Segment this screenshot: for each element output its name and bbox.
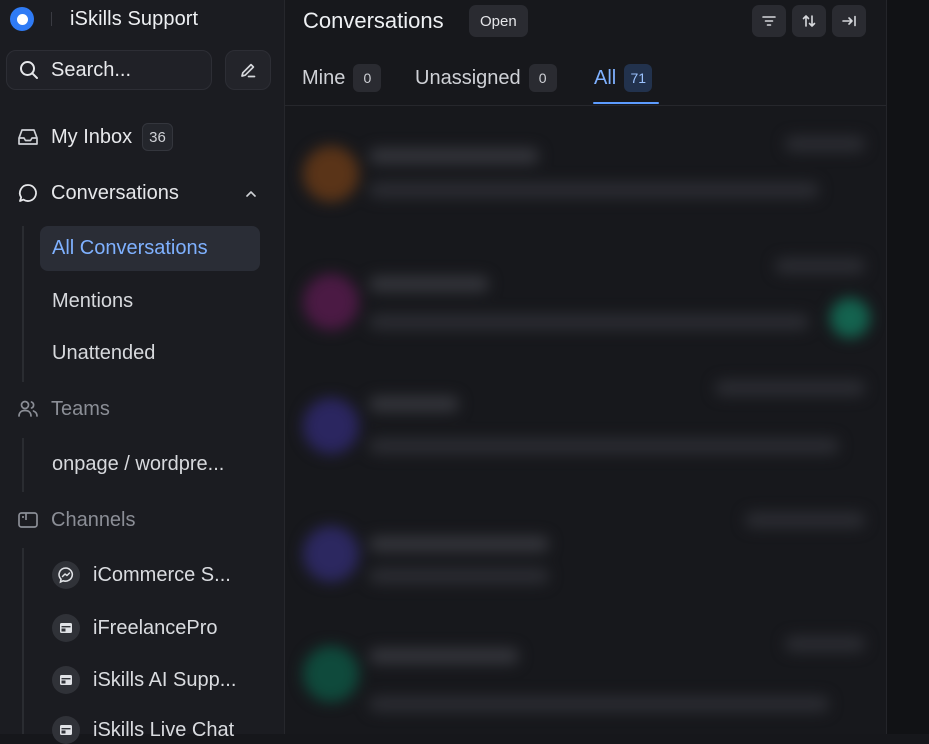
conversation-list bbox=[285, 106, 886, 734]
sort-button[interactable] bbox=[792, 5, 826, 37]
tab-unassigned-label: Unassigned bbox=[415, 66, 521, 89]
channel-item-label: iSkills AI Supp... bbox=[93, 668, 237, 691]
conversation-time-placeholder bbox=[715, 380, 865, 396]
nav-channels[interactable]: Channels bbox=[16, 508, 136, 532]
tab-all-count: 71 bbox=[624, 64, 653, 92]
brand: iSkills Support bbox=[10, 6, 198, 32]
assignee-avatar bbox=[830, 298, 870, 338]
avatar bbox=[303, 526, 359, 582]
conversation-preview-placeholder bbox=[369, 696, 829, 712]
conversation-time-placeholder bbox=[745, 512, 865, 528]
search-icon bbox=[20, 61, 38, 79]
active-tab-indicator bbox=[593, 102, 659, 104]
collapse-panel-button[interactable] bbox=[832, 5, 866, 37]
tab-unassigned-count: 0 bbox=[528, 64, 557, 92]
conversation-name-placeholder bbox=[369, 536, 549, 552]
nav-my-inbox[interactable]: My Inbox 36 bbox=[16, 123, 173, 151]
chat-bubble-icon bbox=[16, 181, 40, 205]
detail-pane bbox=[886, 0, 929, 734]
conversation-card[interactable] bbox=[285, 496, 886, 616]
sidebar: iSkills Support My Inbox 36 bbox=[0, 0, 285, 744]
users-icon bbox=[16, 397, 40, 421]
conversation-card[interactable] bbox=[285, 106, 886, 226]
conversation-card[interactable] bbox=[285, 368, 886, 488]
conversation-preview-placeholder bbox=[369, 314, 809, 330]
sort-icon bbox=[802, 15, 816, 27]
channel-item-label: iCommerce S... bbox=[93, 563, 231, 586]
compose-button[interactable] bbox=[225, 50, 271, 90]
avatar bbox=[303, 146, 359, 202]
conversation-tabs: Mine 0 Unassigned 0 All 71 bbox=[285, 56, 886, 106]
conversation-name-placeholder bbox=[369, 276, 489, 292]
page-title: Conversations bbox=[303, 8, 444, 33]
channel-item-label: iFreelancePro bbox=[93, 616, 218, 639]
conversation-card[interactable] bbox=[285, 616, 886, 736]
conversation-name-placeholder bbox=[369, 648, 519, 664]
tab-mine-label: Mine bbox=[302, 66, 346, 89]
edit-icon bbox=[241, 63, 256, 78]
nav-my-inbox-label: My Inbox bbox=[51, 125, 133, 148]
arrow-to-right-icon bbox=[842, 15, 856, 27]
tab-unassigned[interactable]: Unassigned 0 bbox=[415, 64, 557, 92]
conversation-time-placeholder bbox=[775, 258, 865, 274]
channel-item-iskills-live-chat[interactable]: iSkills Live Chat bbox=[52, 716, 234, 744]
nav-conversations-label: Conversations bbox=[51, 181, 179, 204]
conversation-preview-placeholder bbox=[369, 568, 549, 584]
channels-tree-line bbox=[22, 548, 24, 734]
conversation-preview-placeholder bbox=[369, 438, 839, 454]
brand-divider bbox=[51, 12, 52, 26]
sidebar-item-team-onpage[interactable]: onpage / wordpre... bbox=[52, 453, 224, 476]
sidebar-item-all-conversations[interactable]: All Conversations bbox=[40, 226, 260, 271]
inbox-icon bbox=[16, 125, 40, 149]
tab-mine[interactable]: Mine 0 bbox=[302, 64, 382, 92]
brand-logo-icon[interactable] bbox=[10, 7, 34, 31]
sidebar-item-unattended[interactable]: Unattended bbox=[52, 342, 155, 365]
avatar bbox=[303, 398, 359, 454]
channel-item-label: iSkills Live Chat bbox=[93, 718, 235, 741]
tab-mine-count: 0 bbox=[353, 64, 382, 92]
chevron-up-icon[interactable] bbox=[244, 187, 258, 206]
status-filter-button[interactable]: Open bbox=[469, 5, 528, 37]
filter-button[interactable] bbox=[752, 5, 786, 37]
conversations-tree-line bbox=[22, 226, 24, 382]
tab-all[interactable]: All 71 bbox=[594, 64, 653, 92]
tab-all-label: All bbox=[594, 66, 617, 89]
sidebar-item-mentions[interactable]: Mentions bbox=[52, 290, 133, 313]
conversation-preview-placeholder bbox=[369, 182, 819, 198]
search-box[interactable] bbox=[6, 50, 212, 90]
my-inbox-count-badge: 36 bbox=[142, 123, 173, 151]
teams-tree-line bbox=[22, 438, 24, 492]
conversation-time-placeholder bbox=[785, 636, 865, 652]
channel-item-iskills-ai-support[interactable]: iSkills AI Supp... bbox=[52, 666, 236, 694]
conversation-list-panel: Conversations Open Mine 0 Unassigned 0 A… bbox=[285, 0, 886, 734]
channel-item-icommerce[interactable]: iCommerce S... bbox=[52, 561, 231, 589]
avatar bbox=[303, 274, 359, 330]
nav-channels-label: Channels bbox=[51, 508, 136, 531]
conversation-name-placeholder bbox=[369, 148, 539, 164]
search-input[interactable] bbox=[51, 58, 201, 82]
filter-icon bbox=[762, 16, 776, 26]
conversation-name-placeholder bbox=[369, 396, 459, 412]
conversation-card[interactable] bbox=[285, 236, 886, 356]
website-icon bbox=[52, 614, 80, 642]
nav-teams[interactable]: Teams bbox=[16, 397, 110, 421]
conversation-time-placeholder bbox=[785, 136, 865, 152]
website-icon bbox=[52, 666, 80, 694]
brand-title: iSkills Support bbox=[70, 7, 199, 30]
channels-icon bbox=[16, 508, 40, 532]
avatar bbox=[303, 646, 359, 702]
nav-conversations[interactable]: Conversations bbox=[16, 181, 179, 205]
website-icon bbox=[52, 716, 80, 744]
messenger-icon bbox=[52, 561, 80, 589]
channel-item-ifreelancepro[interactable]: iFreelancePro bbox=[52, 614, 218, 642]
nav-teams-label: Teams bbox=[51, 397, 110, 420]
